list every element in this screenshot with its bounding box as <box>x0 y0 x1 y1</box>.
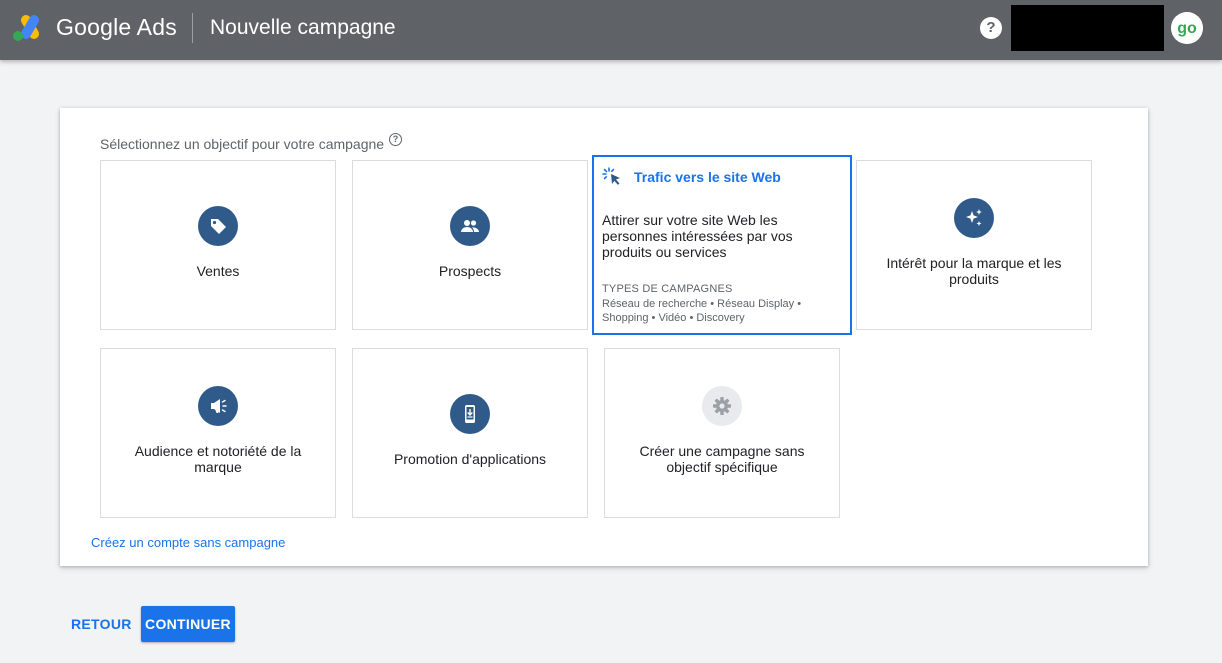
account-info-redacted[interactable] <box>1011 5 1164 51</box>
sparkle-icon <box>954 198 994 238</box>
header-divider <box>192 13 193 43</box>
tile-leads[interactable]: Prospects <box>352 160 588 330</box>
gear-icon <box>702 386 742 426</box>
tile-brand-awareness[interactable]: Audience et notoriété de la marque <box>100 348 336 518</box>
avatar-text: go <box>1177 20 1197 37</box>
tile-label: Promotion d'applications <box>393 451 547 467</box>
tile-title: Trafic vers le site Web <box>634 169 781 185</box>
cursor-click-icon <box>602 167 620 185</box>
tile-brand-consideration[interactable]: Intérêt pour la marque et les produits <box>856 160 1092 330</box>
tile-no-objective[interactable]: Créer une campagne sans objectif spécifi… <box>604 348 840 518</box>
phone-download-icon <box>450 394 490 434</box>
objective-prompt: Sélectionnez un objectif pour votre camp… <box>100 136 385 152</box>
tile-label: Audience et notoriété de la marque <box>134 443 302 475</box>
tile-label: Créer une campagne sans objectif spécifi… <box>639 443 805 475</box>
continue-button[interactable]: CONTINUER <box>141 606 235 642</box>
back-button[interactable]: RETOUR <box>71 616 132 632</box>
tile-label: Prospects <box>438 263 502 279</box>
tile-website-traffic[interactable]: Trafic vers le site Web Attirer sur votr… <box>592 155 852 335</box>
google-ads-logo <box>13 15 39 41</box>
avatar[interactable]: go <box>1171 12 1203 44</box>
create-account-without-campaign-link[interactable]: Créez un compte sans campagne <box>91 535 285 550</box>
tag-icon <box>198 206 238 246</box>
tile-sales[interactable]: Ventes <box>100 160 336 330</box>
campaign-types-heading: TYPES DE CAMPAGNES <box>602 283 733 295</box>
top-bar: Google Ads Nouvelle campagne ? go <box>0 0 1222 60</box>
tile-description: Attirer sur votre site Web les personnes… <box>602 212 793 260</box>
campaign-types-list: Réseau de recherche • Réseau Display • S… <box>602 298 802 324</box>
tile-label: Intérêt pour la marque et les produits <box>886 255 1062 287</box>
prompt-help-icon[interactable]: ? <box>389 133 402 146</box>
help-icon[interactable]: ? <box>980 17 1002 39</box>
tile-app-promotion[interactable]: Promotion d'applications <box>352 348 588 518</box>
page-title: Nouvelle campagne <box>210 16 396 39</box>
tile-label: Ventes <box>196 263 240 279</box>
objective-card: Sélectionnez un objectif pour votre camp… <box>60 108 1148 566</box>
people-icon <box>450 206 490 246</box>
brand-name: Google Ads <box>56 14 177 40</box>
megaphone-icon <box>198 386 238 426</box>
